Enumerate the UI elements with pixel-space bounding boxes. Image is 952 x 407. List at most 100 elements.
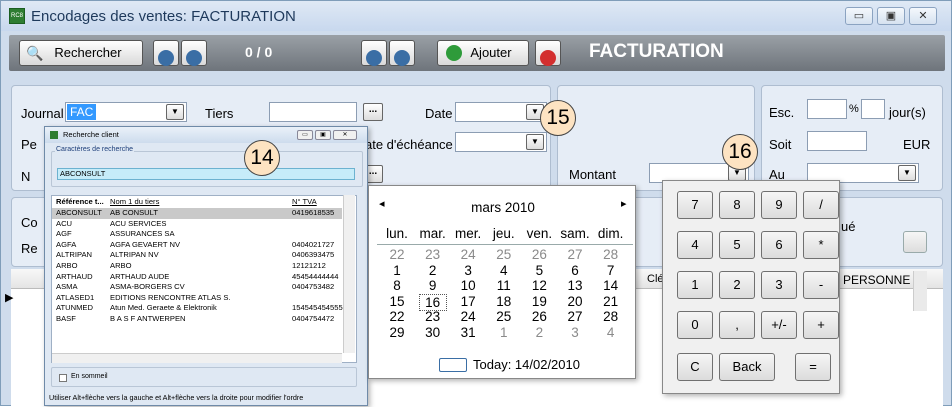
calendar-day[interactable]: 29 — [381, 325, 413, 340]
calendar-day[interactable]: 15 — [381, 294, 413, 309]
jours-input[interactable] — [861, 99, 885, 119]
table-row[interactable]: ALTRIPAN ALTRIPAN NV 0406393475 — [52, 250, 342, 261]
calendar-day[interactable]: 25 — [488, 309, 520, 324]
keypad-key[interactable]: + — [803, 311, 839, 339]
calendar-day[interactable]: 31 — [452, 325, 484, 340]
table-row[interactable]: AGF ASSURANCES SA — [52, 229, 342, 240]
calendar-day[interactable]: 24 — [452, 247, 484, 262]
next-month-icon[interactable]: ▸ — [621, 197, 627, 210]
calendar-day[interactable]: 23 — [417, 247, 449, 262]
calendar-day[interactable]: 30 — [417, 325, 449, 340]
chevron-down-icon[interactable]: ▼ — [166, 104, 184, 120]
calendar-day[interactable]: 25 — [488, 247, 520, 262]
calendar-day[interactable]: 22 — [381, 309, 413, 324]
calendar-day[interactable]: 12 — [523, 278, 555, 293]
document-icon[interactable] — [903, 231, 927, 253]
tiers-lookup-button[interactable]: ... — [363, 103, 383, 121]
calendar-day[interactable]: 6 — [559, 263, 591, 278]
keypad-key[interactable]: 8 — [719, 191, 755, 219]
calendar-day[interactable]: 1 — [488, 325, 520, 340]
tiers-input[interactable] — [269, 102, 357, 122]
column-header[interactable]: Nom 1 du tiers — [110, 197, 230, 208]
keypad-key[interactable]: 4 — [677, 231, 713, 259]
close-button[interactable]: ✕ — [909, 7, 937, 25]
keypad-key[interactable]: 6 — [761, 231, 797, 259]
calendar-day[interactable]: 26 — [523, 247, 555, 262]
calendar-day[interactable]: 10 — [452, 278, 484, 293]
calendar-day[interactable]: 28 — [595, 309, 627, 324]
calendar-day[interactable]: 3 — [452, 263, 484, 278]
keypad-key[interactable]: - — [803, 271, 839, 299]
keypad-key[interactable]: 9 — [761, 191, 797, 219]
calendar-day[interactable]: 8 — [381, 278, 413, 293]
add-button[interactable]: Ajouter — [437, 40, 529, 66]
table-row[interactable]: BASF B A S F ANTWERPEN 0404754472 — [52, 314, 342, 325]
calendar-day[interactable]: 20 — [559, 294, 591, 309]
table-row[interactable]: ARBO ARBO 12121212 — [52, 261, 342, 272]
soit-input[interactable] — [807, 131, 867, 151]
keypad-key[interactable]: +/- — [761, 311, 797, 339]
table-row[interactable]: ACU ACU SERVICES — [52, 219, 342, 230]
calendar-day[interactable]: 27 — [559, 309, 591, 324]
calendar-day[interactable]: 11 — [488, 278, 520, 293]
keypad-key[interactable]: 0 — [677, 311, 713, 339]
calendar-day[interactable]: 19 — [523, 294, 555, 309]
key-clear[interactable]: C — [677, 353, 713, 381]
table-row[interactable]: ABCONSULT AB CONSULT 0419618535 — [52, 208, 342, 219]
calendar-day[interactable]: 27 — [559, 247, 591, 262]
grid-scrollbar[interactable] — [913, 271, 927, 311]
calendar-day[interactable]: 3 — [559, 325, 591, 340]
table-row[interactable]: ATLASED1 EDITIONS RENCONTRE ATLAS S.A. — [52, 293, 342, 304]
calendar-day[interactable]: 2 — [523, 325, 555, 340]
last-record-button[interactable] — [389, 40, 415, 66]
calendar-day[interactable]: 5 — [523, 263, 555, 278]
column-header[interactable]: Référence t... — [56, 197, 108, 208]
table-hscrollbar[interactable] — [52, 353, 342, 363]
en-sommeil-checkbox[interactable] — [59, 374, 67, 382]
today-label[interactable]: Today: 14/02/2010 — [473, 357, 580, 372]
table-row[interactable]: ASMA ASMA-BORGERS CV 0404753482 — [52, 282, 342, 293]
key-equals[interactable]: = — [795, 353, 831, 381]
keypad-key[interactable]: / — [803, 191, 839, 219]
dialog-maximize-button[interactable]: ▣ — [315, 130, 331, 140]
calendar-day[interactable]: 21 — [595, 294, 627, 309]
calendar-day[interactable]: 13 — [559, 278, 591, 293]
table-row[interactable]: ATUNMED Atun Med. Geraete & Elektronik 154… — [52, 303, 343, 314]
calendar-day[interactable]: 24 — [452, 309, 484, 324]
dialog-minimize-button[interactable]: ▭ — [297, 130, 313, 140]
key-back[interactable]: Back — [719, 353, 775, 381]
calendar-month[interactable]: mars 2010 — [369, 200, 637, 215]
column-header[interactable]: N° TVA — [292, 197, 348, 208]
calendar-day[interactable]: 18 — [488, 294, 520, 309]
calendar-day[interactable]: 26 — [523, 309, 555, 324]
keypad-key[interactable]: 1 — [677, 271, 713, 299]
calendar-day[interactable]: 4 — [595, 325, 627, 340]
calendar-day[interactable]: 4 — [488, 263, 520, 278]
calendar-day[interactable]: 2 — [417, 263, 449, 278]
dialog-close-button[interactable]: ✕ — [333, 130, 357, 140]
table-row[interactable]: ARTHAUD ARTHAUD AUDE 45454444444 — [52, 272, 342, 283]
calendar-day[interactable]: 17 — [452, 294, 484, 309]
chevron-down-icon[interactable]: ▼ — [526, 134, 544, 150]
journal-select[interactable]: FAC ▼ — [65, 102, 187, 122]
calendar-day[interactable]: 16 — [418, 293, 447, 311]
table-row[interactable]: AGFA AGFA GEVAERT NV 0404021727 — [52, 240, 342, 251]
keypad-key[interactable]: , — [719, 311, 755, 339]
keypad-key[interactable]: * — [803, 231, 839, 259]
calendar-day[interactable]: 1 — [381, 263, 413, 278]
calendar-day[interactable]: 7 — [595, 263, 627, 278]
previous-record-button[interactable] — [181, 40, 207, 66]
date-input[interactable]: ▼ — [455, 102, 547, 122]
first-record-button[interactable] — [153, 40, 179, 66]
maximize-button[interactable]: ▣ — [877, 7, 905, 25]
calendar-day[interactable]: 9 — [417, 278, 449, 293]
calendar-day[interactable]: 23 — [417, 309, 449, 324]
personne-header[interactable]: PERSONNE — [843, 273, 910, 287]
search-button[interactable]: 🔍 Rechercher — [19, 40, 143, 66]
calendar-day[interactable]: 28 — [595, 247, 627, 262]
chevron-down-icon[interactable]: ▼ — [898, 165, 916, 181]
keypad-key[interactable]: 2 — [719, 271, 755, 299]
next-record-button[interactable] — [361, 40, 387, 66]
calendar-day[interactable]: 14 — [595, 278, 627, 293]
echeance-input[interactable]: ▼ — [455, 132, 547, 152]
